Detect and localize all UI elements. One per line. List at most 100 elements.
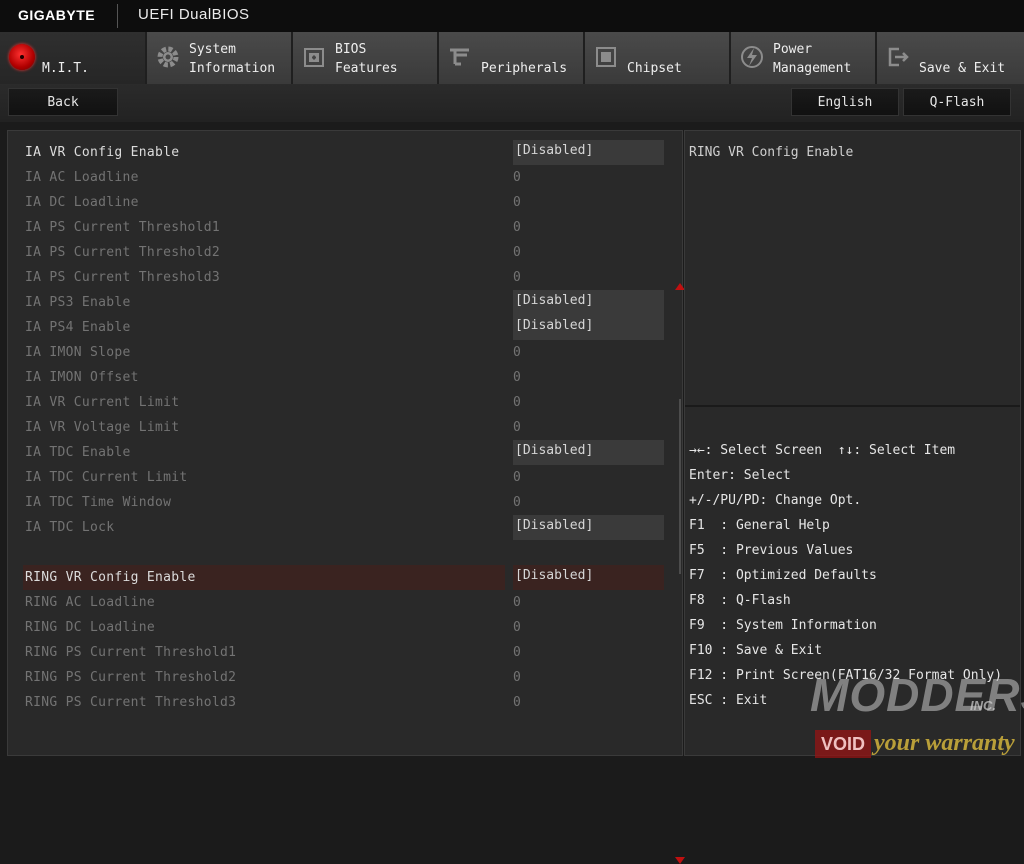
- setting-row[interactable]: IA PS Current Threshold1 0: [25, 217, 665, 239]
- setting-label: RING PS Current Threshold3: [25, 695, 237, 710]
- setting-row[interactable]: RING PS Current Threshold2 0: [25, 667, 665, 689]
- setting-value[interactable]: 0: [513, 642, 521, 664]
- tab-mit[interactable]: M.I.T.: [0, 32, 147, 84]
- setting-label: IA IMON Slope: [25, 345, 131, 360]
- setting-label: IA PS3 Enable: [25, 295, 131, 310]
- setting-value-dropdown[interactable]: [Disabled]: [513, 140, 664, 165]
- setting-row[interactable]: IA IMON Slope 0: [25, 342, 665, 364]
- scroll-down-arrow-icon[interactable]: [675, 857, 685, 864]
- setting-row[interactable]: IA PS3 Enable [Disabled]: [25, 290, 665, 315]
- watermark-modders: MODDERS: [810, 669, 1024, 721]
- tab-chipset[interactable]: Chipset: [585, 32, 731, 84]
- setting-value[interactable]: 0: [513, 667, 521, 689]
- setting-row[interactable]: IA TDC Time Window 0: [25, 492, 665, 514]
- setting-value[interactable]: 0: [513, 342, 521, 364]
- tab-peripherals[interactable]: Peripherals: [439, 32, 585, 84]
- key-help-line: F7 : Optimized Defaults: [689, 568, 877, 583]
- key-help-line: Enter: Select: [689, 468, 791, 483]
- setting-label: IA PS4 Enable: [25, 320, 131, 335]
- setting-value-dropdown[interactable]: [Disabled]: [513, 440, 664, 465]
- gear-icon: [157, 46, 179, 68]
- setting-label: IA VR Config Enable: [25, 145, 180, 160]
- setting-value[interactable]: 0: [513, 267, 521, 289]
- help-divider: [685, 405, 1020, 407]
- main-tab-bar: M.I.T. System Information BIOS Features …: [0, 32, 1024, 84]
- setting-row[interactable]: IA TDC Enable [Disabled]: [25, 440, 665, 465]
- setting-row[interactable]: IA DC Loadline 0: [25, 192, 665, 214]
- tab-bios-features[interactable]: BIOS Features: [293, 32, 439, 84]
- setting-row[interactable]: IA TDC Lock [Disabled]: [25, 515, 665, 540]
- tab-system-information[interactable]: System Information: [147, 32, 293, 84]
- chipset-icon: [596, 47, 616, 67]
- setting-row[interactable]: IA PS4 Enable [Disabled]: [25, 315, 665, 340]
- setting-label: IA VR Voltage Limit: [25, 420, 180, 435]
- key-help-line: F9 : System Information: [689, 618, 877, 633]
- tab-label-line1: BIOS: [335, 42, 367, 57]
- toolbar: Back English Q-Flash: [0, 84, 1024, 122]
- setting-value[interactable]: 0: [513, 692, 521, 714]
- tab-label-line1: System: [189, 42, 236, 57]
- setting-row[interactable]: IA TDC Current Limit 0: [25, 467, 665, 489]
- setting-row[interactable]: RING DC Loadline 0: [25, 617, 665, 639]
- setting-value-dropdown[interactable]: [Disabled]: [513, 515, 664, 540]
- setting-value[interactable]: 0: [513, 417, 521, 439]
- qflash-button[interactable]: Q-Flash: [903, 88, 1011, 116]
- brand-logo: GIGABYTE: [18, 7, 96, 23]
- language-button[interactable]: English: [791, 88, 899, 116]
- tab-label-line2: Management: [773, 61, 852, 76]
- peripherals-icon: [450, 48, 469, 66]
- setting-value[interactable]: 0: [513, 192, 521, 214]
- setting-label: RING DC Loadline: [25, 620, 156, 635]
- tab-save-exit[interactable]: Save & Exit: [877, 32, 1024, 84]
- tab-label-line2: Features: [335, 61, 398, 76]
- help-panel: RING VR Config Enable →←: Select Screen …: [684, 130, 1021, 756]
- setting-label: IA TDC Current Limit: [25, 470, 188, 485]
- setting-row[interactable]: IA VR Config Enable [Disabled]: [25, 140, 665, 165]
- setting-row[interactable]: RING AC Loadline 0: [25, 592, 665, 614]
- tab-label: M.I.T.: [42, 61, 89, 76]
- bios-features-icon: [304, 48, 324, 67]
- setting-row[interactable]: RING PS Current Threshold1 0: [25, 642, 665, 664]
- setting-value[interactable]: 0: [513, 617, 521, 639]
- setting-value[interactable]: 0: [513, 492, 521, 514]
- setting-value[interactable]: 0: [513, 467, 521, 489]
- scrollbar[interactable]: [679, 399, 681, 574]
- setting-row[interactable]: IA IMON Offset 0: [25, 367, 665, 389]
- key-help-line: F8 : Q-Flash: [689, 593, 791, 608]
- back-button[interactable]: Back: [8, 88, 118, 116]
- setting-row[interactable]: IA AC Loadline 0: [25, 167, 665, 189]
- setting-value-dropdown[interactable]: [Disabled]: [513, 290, 664, 315]
- setting-value-dropdown[interactable]: [Disabled]: [513, 565, 664, 590]
- tab-label-line2: Information: [189, 61, 276, 76]
- tab-label-line2: Chipset: [627, 61, 682, 76]
- help-title: RING VR Config Enable: [689, 145, 854, 160]
- setting-value[interactable]: 0: [513, 392, 521, 414]
- setting-value[interactable]: 0: [513, 242, 521, 264]
- setting-row[interactable]: IA VR Voltage Limit 0: [25, 417, 665, 439]
- setting-row[interactable]: IA PS Current Threshold3 0: [25, 267, 665, 289]
- tab-label-line1: Power: [773, 42, 813, 57]
- tab-power-management[interactable]: Power Management: [731, 32, 877, 84]
- key-help-line: +/-/PU/PD: Change Opt.: [689, 493, 862, 508]
- setting-row[interactable]: RING VR Config Enable [Disabled]: [23, 565, 665, 590]
- setting-label: RING AC Loadline: [25, 595, 156, 610]
- title-divider: [117, 4, 118, 28]
- setting-label: IA PS Current Threshold2: [25, 245, 221, 260]
- key-help-line: F1 : General Help: [689, 518, 830, 533]
- tab-label-line2: Peripherals: [481, 61, 568, 76]
- setting-value[interactable]: 0: [513, 367, 521, 389]
- setting-label: RING PS Current Threshold1: [25, 645, 237, 660]
- watermark-void-stamp: VOID: [815, 730, 871, 758]
- setting-row[interactable]: RING PS Current Threshold3 0: [25, 692, 665, 714]
- setting-label: IA TDC Lock: [25, 520, 115, 535]
- title-bar: GIGABYTE UEFI DualBIOS: [0, 0, 1024, 32]
- watermark-tagline: your warranty: [874, 730, 1015, 756]
- setting-row[interactable]: IA PS Current Threshold2 0: [25, 242, 665, 264]
- setting-label: IA PS Current Threshold1: [25, 220, 221, 235]
- setting-value[interactable]: 0: [513, 167, 521, 189]
- setting-label: IA PS Current Threshold3: [25, 270, 221, 285]
- setting-value[interactable]: 0: [513, 592, 521, 614]
- setting-row[interactable]: IA VR Current Limit 0: [25, 392, 665, 414]
- setting-value-dropdown[interactable]: [Disabled]: [513, 315, 664, 340]
- setting-value[interactable]: 0: [513, 217, 521, 239]
